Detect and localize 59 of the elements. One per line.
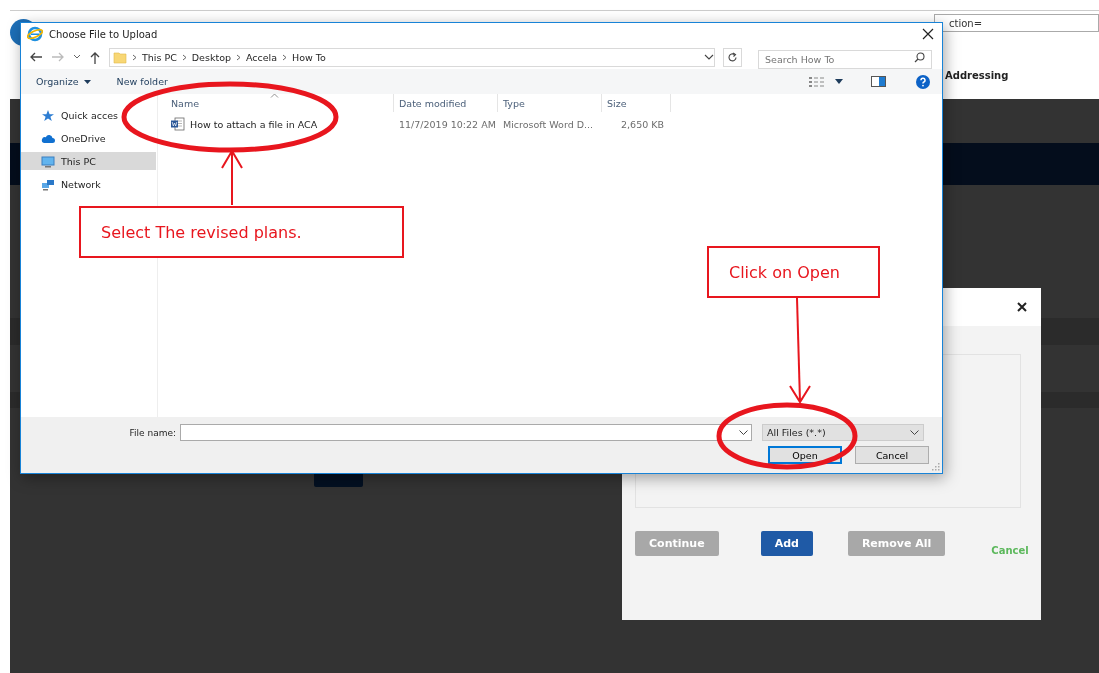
table-cell-text: 11/7/2019 10:22 AM [398,118,497,130]
sidebar-item[interactable]: Network [21,175,156,193]
toolbar-button[interactable]: Organize [36,76,91,87]
chevron-down-icon[interactable] [73,54,81,60]
close-icon[interactable] [1017,302,1027,312]
close-icon[interactable] [922,28,934,40]
dialog-title: Choose File to Upload [49,28,159,40]
callout-note: Click on Open [707,246,880,298]
breadcrumb-item[interactable]: Desktop [191,51,231,63]
field-label: File name: [128,427,177,438]
sidebar-item[interactable]: Quick acces [21,106,156,124]
chevron-down-icon [910,430,919,435]
sidebar-item[interactable]: OneDrive [21,129,156,147]
view-list-icon[interactable] [809,75,825,88]
chevron-right-icon [132,53,137,61]
refresh-icon [727,51,739,63]
file-name: How to attach a file in ACA [190,118,318,130]
table-cell-text: 2,650 KB [620,118,665,130]
chevron-right-icon [282,53,288,61]
sidebar-item[interactable]: This PC [21,152,156,170]
breadcrumb-item[interactable]: How To [292,51,326,63]
pointer-arrow [221,149,243,206]
network-icon [41,177,55,191]
search-field[interactable]: Search How To [758,49,932,69]
back-arrow-icon[interactable] [29,51,43,63]
dialog-button[interactable]: Cancel [855,446,929,464]
word-document-icon [171,117,185,131]
toolbar-button[interactable]: New folder [116,76,168,87]
resize-grip-icon [932,463,940,471]
file-type-dropdown[interactable]: All Files (*.*) [762,424,924,441]
sort-caret-icon [270,93,279,98]
chevron-right-icon [181,53,187,61]
refresh-button[interactable] [723,47,742,67]
chevron-down-icon [739,430,748,435]
computer-icon [41,154,55,168]
breadcrumb-item[interactable]: Accela [246,51,278,63]
modal-button[interactable]: Add [760,531,813,556]
breadcrumb-item[interactable]: This PC [142,51,177,63]
column-header[interactable]: Size [602,94,671,112]
column-header[interactable]: Date modified [394,94,498,112]
dropdown-icon[interactable] [835,79,843,84]
browser-logo-icon [27,26,43,42]
address-field[interactable]: ction= [934,14,1099,32]
search-icon [914,51,925,63]
column-header[interactable]: Name [166,94,394,112]
file-row[interactable]: How to attach a file in ACA 11/7/2019 10:22 AM Microsoft Word D... 2,650 KB [166,114,942,134]
file-name-field[interactable] [180,424,752,441]
preview-pane-icon[interactable] [871,76,886,87]
help-icon[interactable] [916,74,930,89]
chevron-down-icon[interactable] [704,54,715,60]
column-header[interactable]: Type [498,94,602,112]
folder-icon [113,50,127,64]
up-arrow-icon[interactable] [89,50,101,64]
chevron-right-icon [236,53,241,61]
dropdown-icon [83,79,91,84]
callout-note: Select The revised plans. [79,206,404,258]
table-cell-text: Microsoft Word D... [502,118,595,130]
dialog-button[interactable]: Open [768,446,842,464]
star-icon [41,108,55,122]
